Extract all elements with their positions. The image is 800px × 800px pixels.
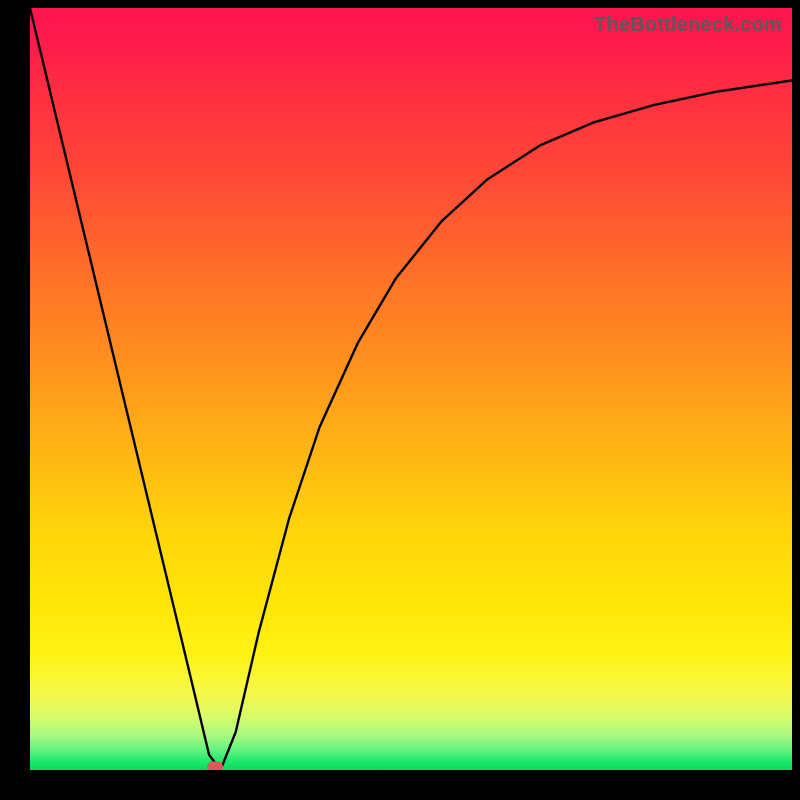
optimum-marker: [207, 761, 223, 770]
chart-frame: TheBottleneck.com: [0, 0, 800, 800]
watermark-text: TheBottleneck.com: [594, 14, 782, 37]
plot-area: TheBottleneck.com: [30, 8, 792, 770]
bottleneck-curve: [30, 8, 792, 770]
